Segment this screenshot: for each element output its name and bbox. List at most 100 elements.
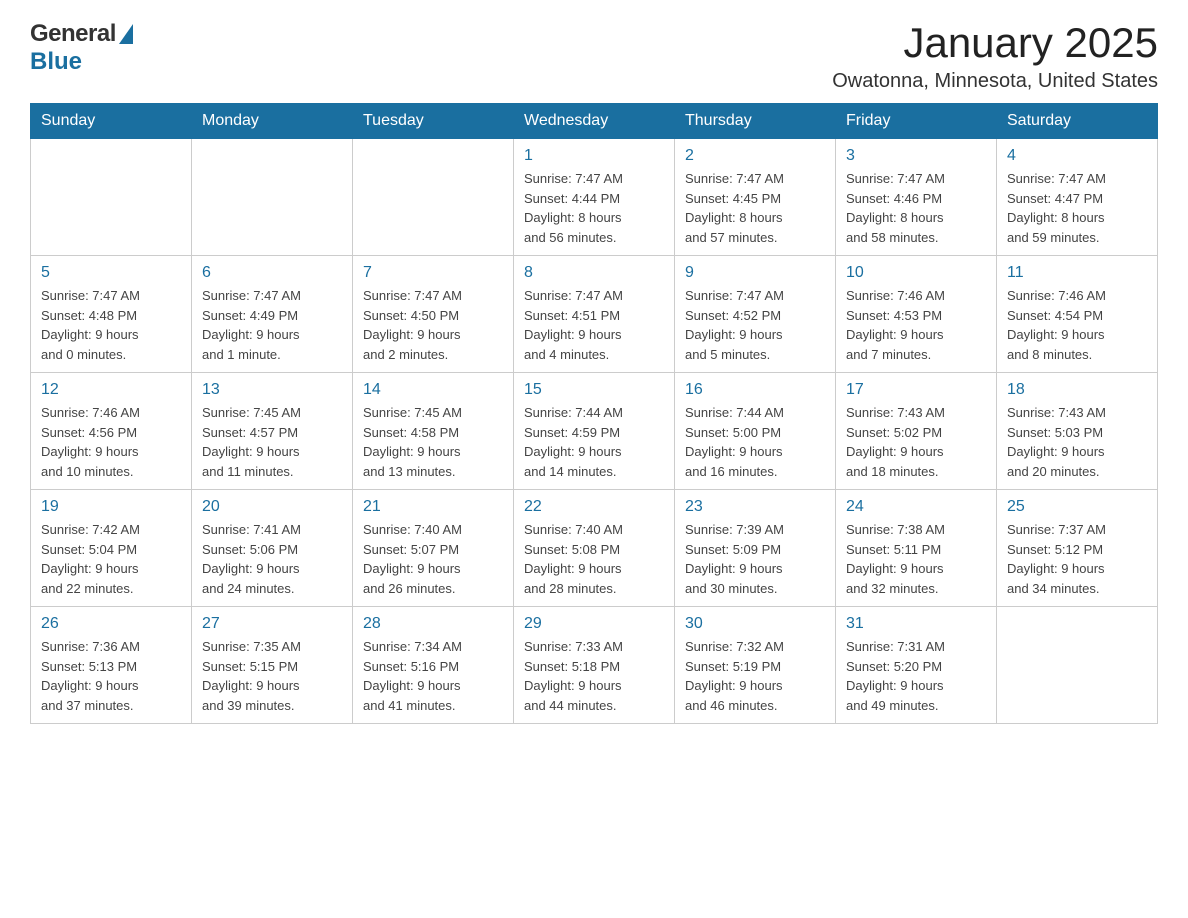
day-number: 19 xyxy=(41,498,181,516)
calendar-subtitle: Owatonna, Minnesota, United States xyxy=(832,70,1158,93)
calendar-cell: 13Sunrise: 7:45 AM Sunset: 4:57 PM Dayli… xyxy=(192,373,353,490)
weekday-header-tuesday: Tuesday xyxy=(353,104,514,139)
calendar-cell: 10Sunrise: 7:46 AM Sunset: 4:53 PM Dayli… xyxy=(836,256,997,373)
title-block: January 2025 Owatonna, Minnesota, United… xyxy=(832,20,1158,93)
day-number: 12 xyxy=(41,381,181,399)
day-number: 14 xyxy=(363,381,503,399)
day-info: Sunrise: 7:47 AM Sunset: 4:52 PM Dayligh… xyxy=(685,286,825,364)
day-info: Sunrise: 7:45 AM Sunset: 4:58 PM Dayligh… xyxy=(363,403,503,481)
day-number: 8 xyxy=(524,264,664,282)
day-info: Sunrise: 7:47 AM Sunset: 4:49 PM Dayligh… xyxy=(202,286,342,364)
day-info: Sunrise: 7:40 AM Sunset: 5:07 PM Dayligh… xyxy=(363,520,503,598)
calendar-cell: 22 Sunrise: 7:40 AM Sunset: 5:08 PM Dayli… xyxy=(514,490,675,607)
calendar-cell: 9 Sunrise: 7:47 AM Sunset: 4:52 PM Daylig… xyxy=(675,256,836,373)
day-number: 29 xyxy=(524,615,664,633)
weekday-header-sunday: Sunday xyxy=(31,104,192,139)
calendar-cell xyxy=(192,139,353,256)
weekday-header-wednesday: Wednesday xyxy=(514,104,675,139)
calendar-week-row: 1 Sunrise: 7:47 AM Sunset: 4:44 PM Daylig… xyxy=(31,139,1158,256)
calendar-cell: 31 Sunrise: 7:31 AM Sunset: 5:20 PM Dayli… xyxy=(836,607,997,724)
day-number: 7 xyxy=(363,264,503,282)
day-number: 3 xyxy=(846,147,986,165)
day-info: Sunrise: 7:31 AM Sunset: 5:20 PM Dayligh… xyxy=(846,637,986,715)
day-number: 2 xyxy=(685,147,825,165)
calendar-cell: 16 Sunrise: 7:44 AM Sunset: 5:00 PM Dayli… xyxy=(675,373,836,490)
day-number: 30 xyxy=(685,615,825,633)
calendar-cell: 25 Sunrise: 7:37 AM Sunset: 5:12 PM Dayli… xyxy=(997,490,1158,607)
calendar-cell: 30 Sunrise: 7:32 AM Sunset: 5:19 PM Dayli… xyxy=(675,607,836,724)
day-info: Sunrise: 7:47 AM Sunset: 4:50 PM Dayligh… xyxy=(363,286,503,364)
calendar-cell: 29 Sunrise: 7:33 AM Sunset: 5:18 PM Dayli… xyxy=(514,607,675,724)
calendar-week-row: 19 Sunrise: 7:42 AM Sunset: 5:04 PM Dayli… xyxy=(31,490,1158,607)
day-info: Sunrise: 7:47 AM Sunset: 4:44 PM Dayligh… xyxy=(524,169,664,247)
logo: General Blue xyxy=(30,20,133,76)
calendar-week-row: 26Sunrise: 7:36 AM Sunset: 5:13 PM Dayli… xyxy=(31,607,1158,724)
calendar-cell: 24 Sunrise: 7:38 AM Sunset: 5:11 PM Dayli… xyxy=(836,490,997,607)
day-info: Sunrise: 7:46 AM Sunset: 4:56 PM Dayligh… xyxy=(41,403,181,481)
day-info: Sunrise: 7:47 AM Sunset: 4:45 PM Dayligh… xyxy=(685,169,825,247)
day-number: 18 xyxy=(1007,381,1147,399)
calendar-cell: 2 Sunrise: 7:47 AM Sunset: 4:45 PM Daylig… xyxy=(675,139,836,256)
day-info: Sunrise: 7:44 AM Sunset: 5:00 PM Dayligh… xyxy=(685,403,825,481)
day-info: Sunrise: 7:40 AM Sunset: 5:08 PM Dayligh… xyxy=(524,520,664,598)
day-number: 20 xyxy=(202,498,342,516)
day-info: Sunrise: 7:44 AM Sunset: 4:59 PM Dayligh… xyxy=(524,403,664,481)
day-info: Sunrise: 7:33 AM Sunset: 5:18 PM Dayligh… xyxy=(524,637,664,715)
day-number: 31 xyxy=(846,615,986,633)
calendar-cell: 19 Sunrise: 7:42 AM Sunset: 5:04 PM Dayli… xyxy=(31,490,192,607)
day-number: 16 xyxy=(685,381,825,399)
calendar-cell: 15 Sunrise: 7:44 AM Sunset: 4:59 PM Dayli… xyxy=(514,373,675,490)
day-info: Sunrise: 7:43 AM Sunset: 5:03 PM Dayligh… xyxy=(1007,403,1147,481)
calendar-cell xyxy=(997,607,1158,724)
day-number: 1 xyxy=(524,147,664,165)
page-header: General Blue January 2025 Owatonna, Minn… xyxy=(30,20,1158,93)
calendar-cell: 8 Sunrise: 7:47 AM Sunset: 4:51 PM Daylig… xyxy=(514,256,675,373)
calendar-cell: 18 Sunrise: 7:43 AM Sunset: 5:03 PM Dayli… xyxy=(997,373,1158,490)
day-info: Sunrise: 7:47 AM Sunset: 4:47 PM Dayligh… xyxy=(1007,169,1147,247)
day-number: 17 xyxy=(846,381,986,399)
day-number: 15 xyxy=(524,381,664,399)
day-number: 4 xyxy=(1007,147,1147,165)
weekday-header-friday: Friday xyxy=(836,104,997,139)
day-number: 27 xyxy=(202,615,342,633)
day-number: 23 xyxy=(685,498,825,516)
calendar-cell: 23Sunrise: 7:39 AM Sunset: 5:09 PM Dayli… xyxy=(675,490,836,607)
calendar-cell xyxy=(31,139,192,256)
calendar-cell: 5 Sunrise: 7:47 AM Sunset: 4:48 PM Daylig… xyxy=(31,256,192,373)
day-number: 9 xyxy=(685,264,825,282)
calendar-cell: 3 Sunrise: 7:47 AM Sunset: 4:46 PM Daylig… xyxy=(836,139,997,256)
day-info: Sunrise: 7:32 AM Sunset: 5:19 PM Dayligh… xyxy=(685,637,825,715)
day-number: 6 xyxy=(202,264,342,282)
day-number: 24 xyxy=(846,498,986,516)
logo-general-text: General xyxy=(30,20,116,48)
calendar-cell: 14 Sunrise: 7:45 AM Sunset: 4:58 PM Dayli… xyxy=(353,373,514,490)
calendar-cell: 26Sunrise: 7:36 AM Sunset: 5:13 PM Dayli… xyxy=(31,607,192,724)
day-number: 13 xyxy=(202,381,342,399)
weekday-header-saturday: Saturday xyxy=(997,104,1158,139)
calendar-week-row: 5 Sunrise: 7:47 AM Sunset: 4:48 PM Daylig… xyxy=(31,256,1158,373)
day-info: Sunrise: 7:36 AM Sunset: 5:13 PM Dayligh… xyxy=(41,637,181,715)
day-info: Sunrise: 7:37 AM Sunset: 5:12 PM Dayligh… xyxy=(1007,520,1147,598)
day-number: 22 xyxy=(524,498,664,516)
calendar-title: January 2025 xyxy=(832,20,1158,66)
calendar-cell: 7 Sunrise: 7:47 AM Sunset: 4:50 PM Daylig… xyxy=(353,256,514,373)
day-info: Sunrise: 7:47 AM Sunset: 4:51 PM Dayligh… xyxy=(524,286,664,364)
day-info: Sunrise: 7:47 AM Sunset: 4:48 PM Dayligh… xyxy=(41,286,181,364)
calendar-cell: 17Sunrise: 7:43 AM Sunset: 5:02 PM Dayli… xyxy=(836,373,997,490)
day-number: 10 xyxy=(846,264,986,282)
calendar-cell: 20Sunrise: 7:41 AM Sunset: 5:06 PM Dayli… xyxy=(192,490,353,607)
calendar-cell: 27Sunrise: 7:35 AM Sunset: 5:15 PM Dayli… xyxy=(192,607,353,724)
calendar-cell: 12 Sunrise: 7:46 AM Sunset: 4:56 PM Dayli… xyxy=(31,373,192,490)
day-number: 11 xyxy=(1007,264,1147,282)
calendar-cell: 1 Sunrise: 7:47 AM Sunset: 4:44 PM Daylig… xyxy=(514,139,675,256)
day-info: Sunrise: 7:42 AM Sunset: 5:04 PM Dayligh… xyxy=(41,520,181,598)
calendar-table: SundayMondayTuesdayWednesdayThursdayFrid… xyxy=(30,103,1158,724)
day-number: 21 xyxy=(363,498,503,516)
calendar-cell: 28Sunrise: 7:34 AM Sunset: 5:16 PM Dayli… xyxy=(353,607,514,724)
day-number: 28 xyxy=(363,615,503,633)
day-info: Sunrise: 7:47 AM Sunset: 4:46 PM Dayligh… xyxy=(846,169,986,247)
calendar-week-row: 12 Sunrise: 7:46 AM Sunset: 4:56 PM Dayli… xyxy=(31,373,1158,490)
day-number: 5 xyxy=(41,264,181,282)
day-info: Sunrise: 7:38 AM Sunset: 5:11 PM Dayligh… xyxy=(846,520,986,598)
day-number: 25 xyxy=(1007,498,1147,516)
